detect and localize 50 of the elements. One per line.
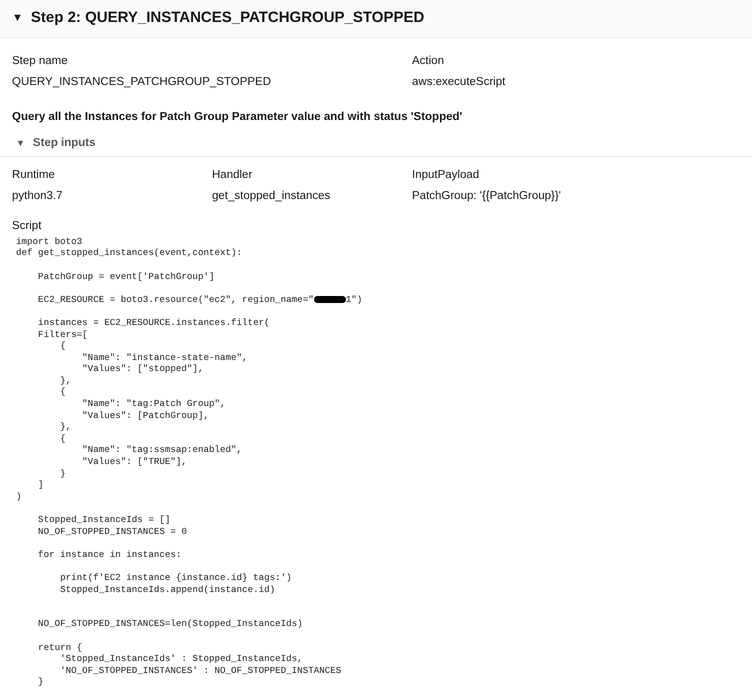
code-line: }, bbox=[59, 374, 72, 386]
code-line: for instance in instances: bbox=[37, 548, 182, 560]
field-value: python3.7 bbox=[12, 189, 64, 204]
section-title: Step inputs bbox=[32, 136, 96, 151]
code-line: Filters=[ bbox=[37, 328, 89, 340]
code-line: PatchGroup = event['PatchGroup'] bbox=[37, 270, 216, 282]
code-line: "Name": "instance-state-name", bbox=[81, 352, 249, 364]
code-line: instances = EC2_RESOURCE.instances.filter( bbox=[37, 316, 271, 328]
code-line: } bbox=[37, 676, 45, 688]
field-label: InputPayload bbox=[412, 168, 480, 183]
code-line: NO_OF_STOPPED_INSTANCES = 0 bbox=[37, 526, 188, 538]
code-line: "Values": [PatchGroup], bbox=[81, 410, 210, 422]
code-line: }, bbox=[59, 421, 72, 433]
step-description: Query all the Instances for Patch Group Parameter value and with status 'Stopped' bbox=[11, 110, 464, 124]
field-label: Runtime bbox=[12, 168, 56, 183]
code-line: } bbox=[59, 468, 67, 480]
step-inputs-toggle[interactable]: ▼ Step inputs bbox=[0, 134, 752, 157]
section-header[interactable]: ▼ Step 2: QUERY_INSTANCES_PATCHGROUP_STOPPED bbox=[0, 0, 752, 38]
caret-icon: ▼ bbox=[12, 10, 23, 27]
caret-icon: ▼ bbox=[16, 136, 25, 150]
code-line: import boto3 bbox=[16, 236, 84, 248]
code-line: Stopped_InstanceIds.append(instance.id) bbox=[59, 584, 276, 596]
field-value: QUERY_INSTANCES_PATCHGROUP_STOPPED bbox=[12, 75, 272, 90]
code-line: ] bbox=[37, 479, 45, 491]
field-value: PatchGroup: '{{PatchGroup}}' bbox=[412, 189, 562, 204]
code-line: def get_stopped_instances(event,context): bbox=[16, 247, 244, 259]
redaction-mark bbox=[314, 296, 346, 304]
code-line: Stopped_InstanceIds = [] bbox=[37, 514, 172, 526]
code-line: EC2_RESOURCE = boto3.resource("ec2", region_name=" bbox=[37, 294, 314, 306]
field-label: Step name bbox=[12, 54, 69, 69]
section-title: Step 2: QUERY_INSTANCES_PATCHGROUP_STOPPED bbox=[30, 8, 424, 28]
code-line: "Name": "tag:ssmsap:enabled", bbox=[81, 444, 244, 456]
code-line: "Values": ["stopped"], bbox=[81, 363, 204, 375]
code-line: print(f'EC2 instance {instance.id} tags:') bbox=[59, 572, 293, 584]
code-line: "Name": "tag:Patch Group", bbox=[81, 398, 227, 410]
code-line: "Values": ["TRUE"], bbox=[81, 456, 188, 468]
field-label: Handler bbox=[212, 168, 254, 183]
code-line: return { bbox=[37, 642, 84, 654]
code-line: NO_OF_STOPPED_INSTANCES=len(Stopped_InstanceIds) bbox=[37, 618, 304, 630]
code-line: 1") bbox=[346, 294, 362, 306]
code-line: 'NO_OF_STOPPED_INSTANCES' : NO_OF_STOPPED_INSTANCES bbox=[59, 664, 342, 676]
field-value: aws:executeScript bbox=[412, 75, 506, 90]
code-line: { bbox=[59, 386, 67, 398]
field-label: Action bbox=[412, 54, 445, 69]
code-line: { bbox=[59, 432, 67, 444]
code-line: ) bbox=[16, 490, 23, 502]
field-value: get_stopped_instances bbox=[212, 189, 332, 204]
code-line: 'Stopped_InstanceIds' : Stopped_InstanceIds, bbox=[59, 653, 304, 665]
code-line: { bbox=[59, 340, 67, 352]
field-label: Script bbox=[11, 218, 42, 234]
